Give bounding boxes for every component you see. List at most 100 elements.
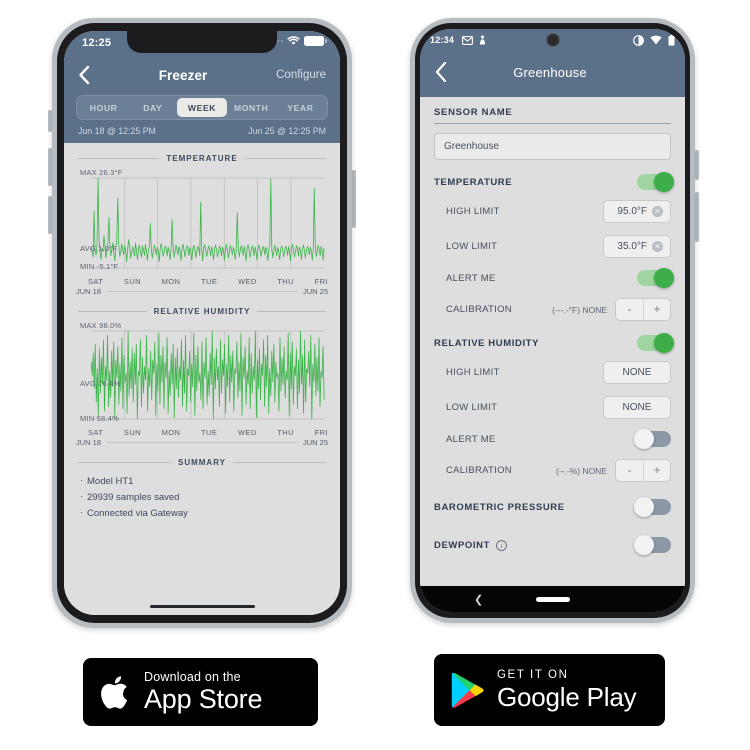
page-title: Freezer	[158, 67, 208, 83]
temperature-calibration-row[interactable]: CALIBRATION (---.-°F) NONE - +	[434, 292, 671, 327]
android-status-bar: 12:34	[420, 29, 685, 51]
android-camera-punchhole	[546, 33, 559, 47]
humidity-calibration-row[interactable]: CALIBRATION (--.-%) NONE - +	[434, 453, 671, 488]
range-end: Jun 25 @ 12:25 PM	[248, 126, 326, 136]
barometric-pressure-group-header: BAROMETRIC PRESSURE	[434, 497, 671, 517]
row-label: LOW LIMIT	[446, 241, 498, 252]
stepper-minus-button[interactable]: -	[616, 299, 643, 320]
tick-wed: WED	[237, 428, 257, 437]
temperature-alert-toggle[interactable]	[637, 268, 674, 288]
segment-day[interactable]: DAY	[128, 98, 177, 117]
temperature-section-header: TEMPERATURE	[78, 154, 327, 163]
low-limit-value-box[interactable]: 35.0°F ✕	[603, 235, 671, 258]
temperature-max-label: MAX 26.3°F	[80, 168, 123, 177]
humidity-low-limit-row[interactable]: LOW LIMIT NONE	[434, 390, 671, 425]
humidity-chart[interactable]: MAX 98.0% AVG 76.4% MIN 58.4%	[78, 319, 326, 427]
humidity-high-limit-value-box[interactable]: NONE	[603, 361, 671, 384]
toggle-knob	[634, 535, 654, 555]
temperature-enable-toggle[interactable]	[637, 172, 674, 192]
android-device-frame: 12:34 Greenhouse SENSOR NAME Greenhouse …	[410, 18, 695, 623]
temperature-alert-row[interactable]: ALERT ME	[434, 264, 674, 292]
temperature-calibration-stepper[interactable]: - +	[615, 298, 671, 321]
humidity-low-limit-value: NONE	[622, 402, 652, 413]
high-limit-value-box[interactable]: 95.0°F ✕	[603, 200, 671, 223]
toggle-knob	[654, 333, 674, 353]
android-system-navbar: ❮	[420, 586, 685, 612]
humidity-alert-toggle[interactable]	[634, 429, 671, 449]
time-range-segmented-control[interactable]: HOUR DAY WEEK MONTH YEAR	[64, 95, 340, 126]
summary-title: SUMMARY	[177, 458, 227, 467]
divider-left	[78, 158, 160, 159]
section-underline	[434, 123, 671, 124]
tick-sat: SAT	[88, 428, 104, 437]
tick-fri: FRI	[314, 428, 328, 437]
sensor-name-input[interactable]: Greenhouse	[434, 133, 671, 160]
segment-year[interactable]: YEAR	[276, 98, 325, 117]
humidity-low-limit-value-box[interactable]: NONE	[603, 396, 671, 419]
android-status-left-icons	[462, 35, 486, 45]
configure-button[interactable]: Configure	[276, 69, 326, 81]
temperature-chart[interactable]: MAX 26.3°F AVG 1.0°F MIN -5.1°F	[78, 166, 326, 276]
google-play-title: Google Play	[497, 682, 637, 713]
gmail-icon	[462, 35, 473, 45]
temperature-high-limit-row[interactable]: HIGH LIMIT 95.0°F ✕	[434, 194, 671, 229]
back-chevron-icon[interactable]	[78, 65, 90, 85]
android-bezel: 12:34 Greenhouse SENSOR NAME Greenhouse …	[415, 23, 690, 618]
dewpoint-toggle[interactable]	[634, 535, 671, 555]
axis-line	[107, 291, 297, 292]
barometric-pressure-toggle[interactable]	[634, 497, 671, 517]
temperature-low-limit-row[interactable]: LOW LIMIT 35.0°F ✕	[434, 229, 671, 264]
date-end: JUN 25	[302, 287, 328, 296]
clear-icon[interactable]: ✕	[652, 206, 663, 217]
google-play-logo-icon	[451, 672, 484, 708]
humidity-min-label: MIN 58.4%	[80, 414, 119, 423]
android-volume-button[interactable]	[695, 192, 699, 242]
home-pill-icon[interactable]	[535, 596, 570, 602]
android-screen: 12:34 Greenhouse SENSOR NAME Greenhouse …	[420, 29, 685, 612]
humidity-high-limit-row[interactable]: HIGH LIMIT NONE	[434, 355, 671, 390]
do-not-disturb-icon	[633, 34, 644, 46]
humidity-enable-toggle[interactable]	[637, 333, 674, 353]
iphone-device-frame: 12:25 Freezer Configure HOUR DAY WEEK MO…	[52, 18, 352, 628]
humidity-alert-row[interactable]: ALERT ME	[434, 425, 671, 453]
tick-wed: WED	[237, 277, 257, 286]
clear-icon[interactable]: ✕	[652, 241, 663, 252]
google-play-badge[interactable]: GET IT ON Google Play	[434, 654, 665, 726]
segment-week[interactable]: WEEK	[177, 98, 227, 117]
google-play-text: GET IT ON Google Play	[497, 669, 637, 713]
android-status-right-icons	[633, 34, 675, 46]
segment-month[interactable]: MONTH	[227, 98, 276, 117]
stepper-plus-button[interactable]: +	[643, 299, 670, 320]
info-icon[interactable]: i	[496, 539, 507, 551]
row-label: CALIBRATION	[446, 465, 512, 476]
nav-back-icon[interactable]: ❮	[474, 593, 483, 606]
humidity-group-title: RELATIVE HUMIDITY	[434, 337, 540, 349]
temperature-avg-label: AVG 1.0°F	[80, 244, 118, 253]
humidity-calibration-stepper[interactable]: - +	[615, 459, 671, 482]
humidity-max-label: MAX 98.0%	[80, 321, 122, 330]
tick-tue: TUE	[201, 277, 218, 286]
segment-hour[interactable]: HOUR	[79, 98, 128, 117]
stepper-minus-button[interactable]: -	[616, 460, 643, 481]
low-limit-value: 35.0°F	[617, 241, 647, 252]
date-range-row: Jun 18 @ 12:25 PM Jun 25 @ 12:25 PM	[64, 126, 340, 143]
dewpoint-title: DEWPOINT	[434, 539, 490, 551]
android-power-button[interactable]	[695, 150, 699, 180]
temperature-date-axis: JUN 18 JUN 25	[74, 286, 330, 296]
temperature-calibration-note: (---.-°F) NONE	[552, 304, 607, 315]
iphone-power-button[interactable]	[352, 170, 356, 228]
ios-status-time: 12:25	[82, 37, 112, 49]
row-control: NONE	[603, 361, 671, 384]
row-control	[634, 429, 671, 449]
app-store-text: Download on the App Store	[144, 671, 262, 714]
stepper-plus-button[interactable]: +	[643, 460, 670, 481]
home-indicator[interactable]	[149, 604, 255, 608]
battery-icon	[668, 34, 675, 46]
toggle-knob	[654, 172, 674, 192]
app-store-badge[interactable]: Download on the App Store	[83, 658, 318, 726]
row-control: NONE	[603, 396, 671, 419]
summary-section-header: SUMMARY	[78, 458, 327, 467]
humidity-plot	[90, 330, 325, 420]
date-start: JUN 18	[76, 287, 102, 296]
date-start: JUN 18	[76, 438, 102, 447]
